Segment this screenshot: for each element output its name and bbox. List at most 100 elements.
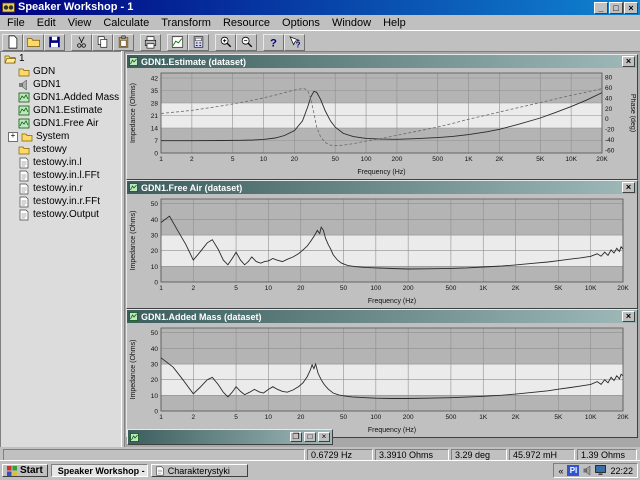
tray-collapse-button[interactable]: « [558, 466, 563, 476]
task-label: Charakterystyki [167, 465, 230, 476]
start-label: Start [20, 465, 43, 476]
svg-text:20K: 20K [617, 285, 629, 292]
new-doc-icon [8, 35, 18, 49]
minimized-window[interactable]: ❐ □ × [127, 429, 333, 445]
close-icon[interactable]: × [622, 56, 635, 67]
menu-edit[interactable]: Edit [31, 16, 62, 30]
menu-resource[interactable]: Resource [217, 16, 276, 30]
tree-item-gdn[interactable]: GDN [1, 65, 122, 78]
tree-item-testowy-in-l[interactable]: testowy.in.l [1, 156, 122, 169]
svg-text:20: 20 [605, 106, 613, 113]
menu-window[interactable]: Window [326, 16, 377, 30]
folder-icon [18, 68, 30, 76]
tree-item-gdn1-added-mass[interactable]: GDN1.Added Mass [1, 91, 122, 104]
maximize-button[interactable]: □ [609, 1, 623, 14]
minimize-button[interactable]: _ [594, 1, 608, 14]
taskbar-task-speaker-workshop[interactable]: Speaker Workshop - 1 [50, 464, 148, 477]
svg-text:5: 5 [234, 414, 238, 421]
tree-item-testowy[interactable]: testowy [1, 143, 122, 156]
tree-item-root[interactable]: 1 [1, 52, 122, 65]
svg-text:20: 20 [297, 414, 305, 421]
tree-item-gdn1-free-air[interactable]: GDN1.Free Air [1, 117, 122, 130]
volume-icon[interactable] [583, 465, 591, 476]
folder-open-icon [4, 55, 16, 63]
svg-text:1K: 1K [479, 414, 488, 421]
svg-text:200: 200 [392, 156, 403, 163]
close-button[interactable]: × [624, 1, 638, 14]
svg-text:5K: 5K [536, 156, 545, 163]
display-icon[interactable] [595, 465, 607, 476]
tree-item-testowy-output[interactable]: testowy.Output [1, 208, 122, 221]
doc-icon [156, 466, 164, 475]
added-mass-chart[interactable]: 1 2 5 10 20 50 100 200 500 1K 2K 5K 10K 20K 0 10 20 30 40 5… [127, 323, 636, 435]
app-titlebar[interactable]: Speaker Workshop - 1 _ □ × [0, 0, 640, 15]
tree-item-label: GDN1 [33, 79, 61, 90]
svg-text:10K: 10K [565, 156, 577, 163]
print-button[interactable] [140, 33, 161, 51]
calculator-icon [193, 36, 204, 48]
mdi-area: GDN1.Estimate (dataset) × 1 2 5 10 20 50 100 20… [124, 51, 640, 449]
svg-text:-20: -20 [605, 127, 615, 134]
folder-icon [18, 146, 30, 154]
svg-text:40: 40 [151, 217, 159, 224]
chart-window-added-mass[interactable]: GDN1.Added Mass (dataset) × 1 2 5 10 20 50 100… [126, 309, 638, 438]
context-help-button[interactable] [284, 33, 305, 51]
chart-window-titlebar[interactable]: GDN1.Free Air (dataset) × [127, 181, 637, 194]
tree-item-testowy-in-l-fft[interactable]: testowy.in.l.FFt [1, 169, 122, 182]
svg-text:-60: -60 [605, 147, 615, 154]
cut-button[interactable] [71, 33, 92, 51]
free-air-chart[interactable]: 1 2 5 10 20 50 100 200 500 1K 2K 5K 10K 20K 0 10 20 30 40 5… [127, 194, 636, 306]
close-icon[interactable]: × [622, 311, 635, 322]
svg-text:21: 21 [151, 113, 159, 120]
tree-item-testowy-in-r[interactable]: testowy.in.r [1, 182, 122, 195]
chart-window-title: GDN1.Free Air (dataset) [141, 182, 243, 193]
start-button[interactable]: Start [2, 464, 48, 477]
close-icon[interactable]: × [318, 432, 330, 442]
zoom-in-button[interactable] [215, 33, 236, 51]
zoom-out-button[interactable] [236, 33, 257, 51]
chart-window-estimate[interactable]: GDN1.Estimate (dataset) × 1 2 5 10 20 50 100 20… [126, 54, 638, 180]
language-indicator[interactable]: Pl [567, 465, 580, 476]
menu-calculate[interactable]: Calculate [97, 16, 155, 30]
chart-window-titlebar[interactable]: GDN1.Added Mass (dataset) × [127, 310, 637, 323]
svg-text:10: 10 [260, 156, 268, 163]
copy-button[interactable] [92, 33, 113, 51]
svg-text:500: 500 [445, 414, 456, 421]
tree-item-system[interactable]: + System [1, 130, 122, 143]
svg-text:0: 0 [154, 151, 158, 158]
svg-text:100: 100 [370, 285, 381, 292]
svg-text:Frequency (Hz): Frequency (Hz) [368, 298, 416, 305]
tree-item-label: System [36, 131, 70, 142]
chart-view-button[interactable] [167, 33, 188, 51]
estimate-chart[interactable]: 1 2 5 10 20 50 100 200 500 1K 2K 5K 10K 20K0714212835… [127, 68, 636, 177]
paste-button[interactable] [113, 33, 134, 51]
svg-text:42: 42 [151, 76, 159, 83]
cut-icon [77, 36, 86, 48]
menu-view[interactable]: View [62, 16, 98, 30]
tree-item-testowy-in-r-fft[interactable]: testowy.in.r.FFt [1, 195, 122, 208]
restore-icon[interactable]: ❐ [290, 432, 302, 442]
menu-file[interactable]: File [1, 16, 31, 30]
taskbar-task-charakterystyki[interactable]: Charakterystyki [150, 464, 248, 477]
tree-item-gdn1[interactable]: GDN1 [1, 78, 122, 91]
calculator-button[interactable] [188, 33, 209, 51]
menu-transform[interactable]: Transform [155, 16, 217, 30]
tree-item-gdn1-estimate[interactable]: GDN1.Estimate [1, 104, 122, 117]
expander-plus[interactable]: + [8, 131, 18, 142]
new-doc-button[interactable] [2, 33, 23, 51]
menu-help[interactable]: Help [377, 16, 412, 30]
taskbar: Start Speaker Workshop - 1 Charakterysty… [0, 460, 640, 480]
close-icon[interactable]: × [622, 182, 635, 193]
chart-window-titlebar[interactable]: GDN1.Estimate (dataset) × [127, 55, 637, 68]
svg-text:20: 20 [291, 156, 299, 163]
svg-text:200: 200 [403, 414, 414, 421]
help-button[interactable] [263, 33, 284, 51]
open-folder-button[interactable] [23, 33, 44, 51]
menu-options[interactable]: Options [276, 16, 326, 30]
chart-window-free-air[interactable]: GDN1.Free Air (dataset) × 1 2 5 10 20 50 100 20… [126, 180, 638, 309]
svg-text:5: 5 [234, 285, 238, 292]
tree-item-label: GDN1.Estimate [33, 105, 103, 116]
save-button[interactable] [44, 33, 65, 51]
svg-text:0: 0 [154, 280, 158, 287]
maximize-icon[interactable]: □ [304, 432, 316, 442]
